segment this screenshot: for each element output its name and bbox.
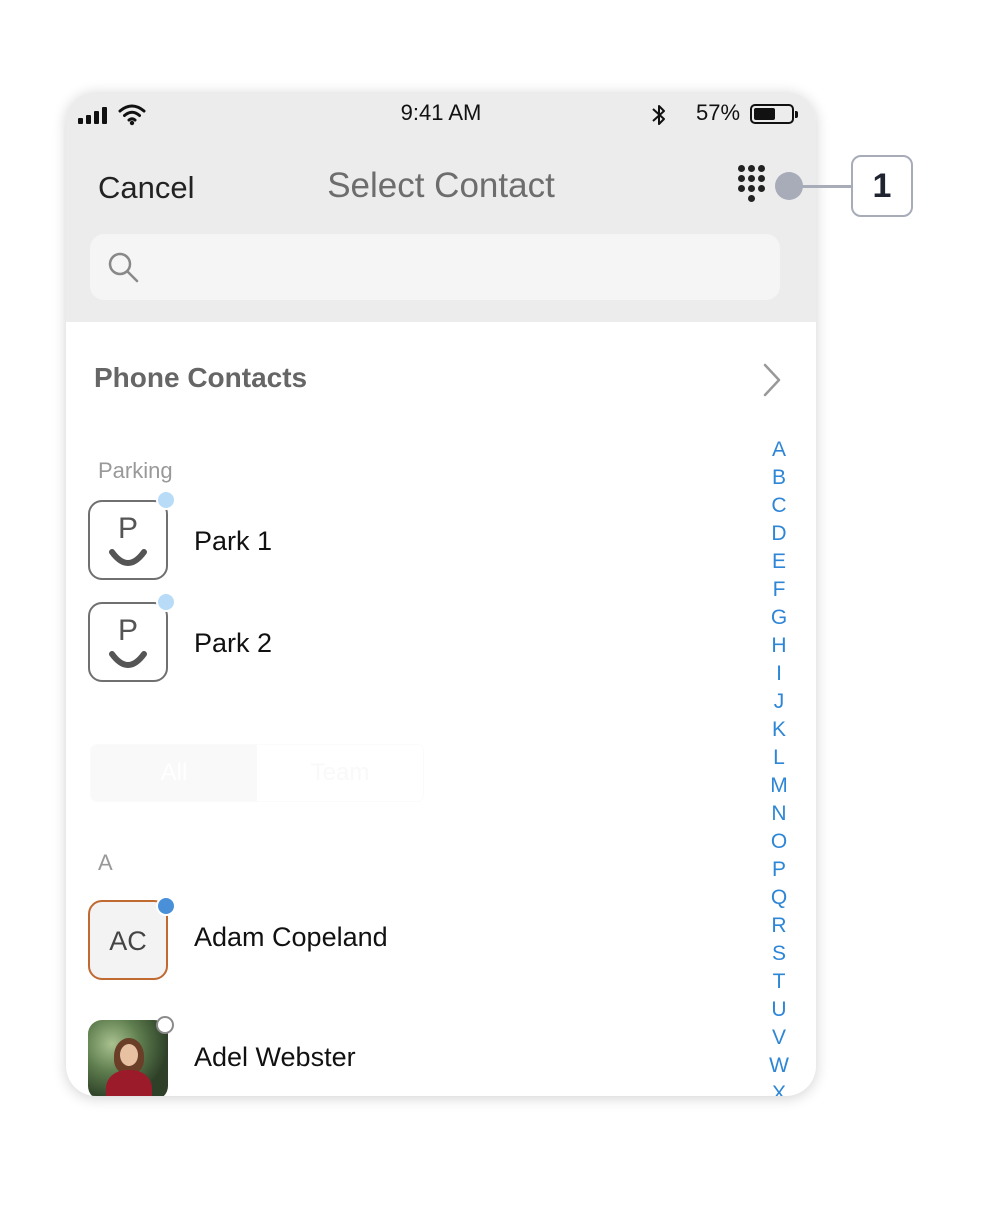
status-bar: 9:41 AM 57% bbox=[66, 92, 816, 136]
index-letter-j[interactable]: J bbox=[766, 688, 792, 716]
presence-indicator bbox=[156, 1016, 174, 1034]
section-header-a: A bbox=[98, 850, 113, 875]
search-icon bbox=[108, 252, 139, 283]
index-letter-o[interactable]: O bbox=[766, 828, 792, 856]
callout-dot bbox=[775, 172, 803, 200]
parking-avatar: P bbox=[88, 602, 168, 682]
search-bar[interactable] bbox=[90, 234, 780, 300]
index-letter-e[interactable]: E bbox=[766, 548, 792, 576]
index-letter-r[interactable]: R bbox=[766, 912, 792, 940]
dialpad-icon[interactable] bbox=[736, 165, 772, 209]
contact-name: Adam Copeland bbox=[194, 922, 388, 952]
parked-phone-icon bbox=[109, 549, 147, 566]
parking-letter: P bbox=[117, 512, 138, 545]
index-letter-u[interactable]: U bbox=[766, 996, 792, 1024]
index-letter-b[interactable]: B bbox=[766, 464, 792, 492]
segment-all[interactable]: All bbox=[91, 745, 257, 801]
header-area: 9:41 AM 57% Cancel Select Contact bbox=[66, 92, 816, 322]
phone-screen: 9:41 AM 57% Cancel Select Contact Phone … bbox=[66, 92, 816, 1096]
presence-indicator bbox=[156, 896, 176, 916]
index-letter-k[interactable]: K bbox=[766, 716, 792, 744]
presence-indicator bbox=[156, 592, 176, 612]
index-letter-p[interactable]: P bbox=[766, 856, 792, 884]
index-letter-i[interactable]: I bbox=[766, 660, 792, 688]
index-letter-c[interactable]: C bbox=[766, 492, 792, 520]
phone-contacts-label: Phone Contacts bbox=[94, 362, 308, 393]
battery-icon bbox=[750, 104, 798, 124]
photo-face bbox=[120, 1044, 138, 1066]
index-letter-t[interactable]: T bbox=[766, 968, 792, 996]
parked-phone-icon bbox=[109, 651, 147, 668]
contact-row[interactable]: AC Adam Copeland bbox=[66, 896, 796, 984]
index-letter-l[interactable]: L bbox=[766, 744, 792, 772]
contact-name: Adel Webster bbox=[194, 1042, 356, 1072]
parking-row[interactable]: P Park 2 bbox=[66, 592, 796, 686]
index-letter-s[interactable]: S bbox=[766, 940, 792, 968]
index-letter-a[interactable]: A bbox=[766, 436, 792, 464]
parking-avatar: P bbox=[88, 500, 168, 580]
section-header-parking: Parking bbox=[98, 458, 173, 483]
avatar: AC bbox=[88, 900, 168, 980]
index-letter-v[interactable]: V bbox=[766, 1024, 792, 1052]
photo-dress bbox=[106, 1070, 152, 1096]
index-letter-f[interactable]: F bbox=[766, 576, 792, 604]
index-letter-d[interactable]: D bbox=[766, 520, 792, 548]
index-letter-q[interactable]: Q bbox=[766, 884, 792, 912]
battery-tip bbox=[795, 111, 798, 118]
index-letter-w[interactable]: W bbox=[766, 1052, 792, 1080]
bluetooth-icon bbox=[652, 105, 665, 125]
avatar-photo bbox=[88, 1020, 168, 1096]
battery-percent: 57% bbox=[696, 100, 741, 125]
parking-row[interactable]: P Park 1 bbox=[66, 490, 796, 584]
index-letter-g[interactable]: G bbox=[766, 604, 792, 632]
index-letter-x[interactable]: X bbox=[766, 1080, 792, 1096]
callout-badge: 1 bbox=[851, 155, 913, 217]
contact-name: Park 1 bbox=[194, 526, 273, 556]
contacts-filter-segmented: All Team bbox=[90, 744, 424, 802]
chevron-right-icon bbox=[763, 363, 781, 397]
index-letter-n[interactable]: N bbox=[766, 800, 792, 828]
search-input[interactable] bbox=[154, 246, 758, 290]
contact-name: Park 2 bbox=[194, 628, 273, 658]
phone-contacts-row[interactable]: Phone Contacts bbox=[66, 350, 816, 410]
parking-letter: P bbox=[117, 614, 138, 647]
index-letter-h[interactable]: H bbox=[766, 632, 792, 660]
alphabet-index[interactable]: ABCDEFGHIJKLMNOPQRSTUVWX bbox=[766, 436, 792, 1096]
avatar-initials: AC bbox=[109, 926, 147, 956]
index-letter-m[interactable]: M bbox=[766, 772, 792, 800]
battery-fill bbox=[754, 108, 775, 120]
segment-team[interactable]: Team bbox=[257, 745, 423, 801]
contact-row[interactable]: Adel Webster bbox=[66, 1016, 796, 1096]
presence-indicator bbox=[156, 490, 176, 510]
page-title: Select Contact bbox=[327, 166, 555, 205]
